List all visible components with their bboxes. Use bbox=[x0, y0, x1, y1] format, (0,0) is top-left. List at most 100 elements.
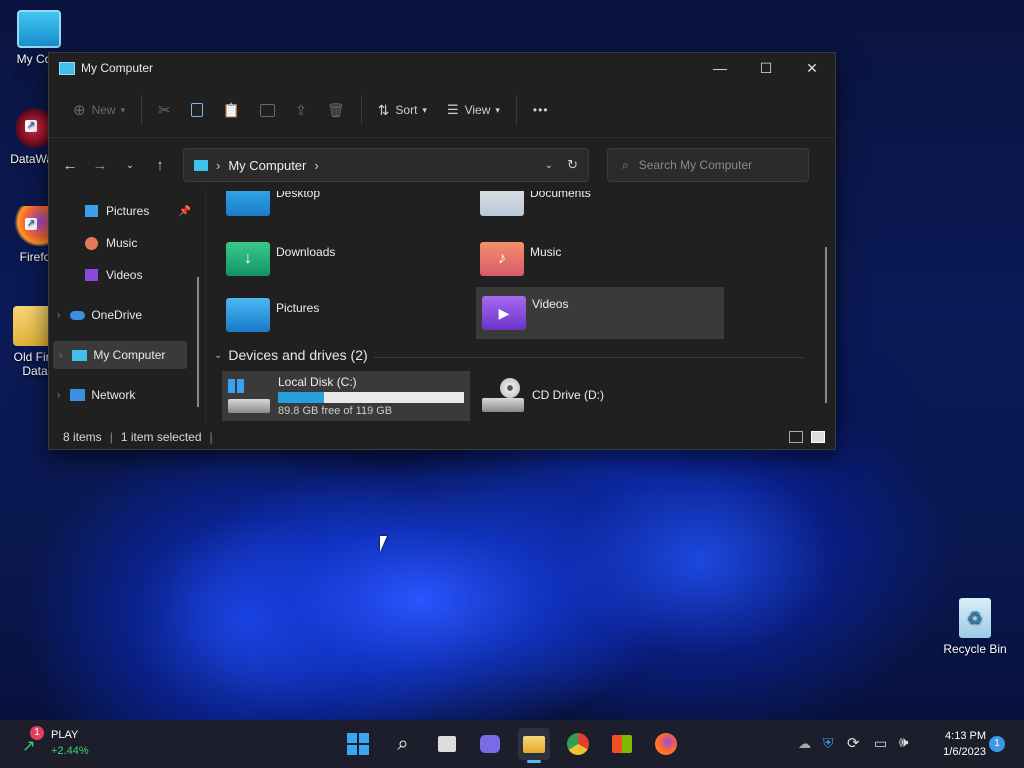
copy-button[interactable] bbox=[181, 94, 213, 126]
command-bar: ⊕ New ▾ ✂ 📋 ⇪ 🗑 ⇅ Sort ▾ ☰ View ▾ ••• bbox=[49, 83, 835, 138]
trash-icon: 🗑 bbox=[326, 101, 345, 118]
scissors-icon: ✂ bbox=[158, 102, 171, 119]
content-scrollbar[interactable] bbox=[825, 247, 827, 403]
clock[interactable]: 4:13 PM 1/6/2023 bbox=[930, 728, 986, 760]
view-button[interactable]: ☰ View ▾ bbox=[437, 94, 510, 126]
folder-label: Documents bbox=[530, 191, 591, 200]
chevron-down-icon: ▾ bbox=[495, 104, 500, 115]
file-explorer-taskbar-button[interactable] bbox=[518, 728, 550, 763]
view-button-label: View bbox=[464, 103, 491, 117]
stock-widget[interactable]: ↗ 1 PLAY +2.44% bbox=[18, 726, 128, 762]
rename-button[interactable] bbox=[250, 94, 285, 126]
minimize-button[interactable]: — bbox=[697, 53, 743, 83]
cd-drive-icon bbox=[482, 378, 524, 412]
downloads-folder-icon: ↓ bbox=[226, 242, 270, 276]
folder-tile-pictures[interactable]: Pictures bbox=[226, 291, 466, 339]
tiles-view-button[interactable] bbox=[811, 431, 825, 443]
nav-item-label: Videos bbox=[106, 268, 143, 282]
folder-tile-desktop[interactable]: Desktop bbox=[226, 191, 466, 219]
more-options-button[interactable]: ••• bbox=[523, 94, 559, 126]
chevron-right-icon: › bbox=[59, 349, 63, 361]
folder-icon bbox=[523, 735, 545, 753]
chevron-right-icon: › bbox=[57, 389, 61, 401]
address-dropdown-button[interactable]: ⌄ bbox=[545, 160, 553, 171]
drive-tile-d[interactable]: CD Drive (D:) bbox=[482, 375, 722, 415]
back-button[interactable]: ← bbox=[55, 150, 85, 180]
nav-item-label: OneDrive bbox=[91, 308, 143, 322]
security-shield-icon[interactable]: ⛨ bbox=[823, 735, 834, 752]
firefox-button[interactable] bbox=[650, 728, 682, 760]
cloud-icon bbox=[70, 310, 86, 320]
store-icon bbox=[612, 735, 632, 753]
details-view-button[interactable] bbox=[789, 431, 803, 443]
nav-item-my-computer[interactable]: › My Computer bbox=[53, 341, 187, 369]
folder-tile-downloads[interactable]: ↓ Downloads bbox=[226, 235, 466, 283]
chrome-button[interactable] bbox=[562, 728, 594, 760]
paste-button[interactable]: 📋 bbox=[213, 94, 250, 126]
nav-item-onedrive[interactable]: › OneDrive bbox=[57, 301, 187, 329]
clock-date: 1/6/2023 bbox=[943, 746, 986, 758]
devices-section-header[interactable]: ⌄ Devices and drives (2) bbox=[214, 347, 368, 363]
videos-icon bbox=[85, 269, 98, 281]
forward-button[interactable]: → bbox=[85, 150, 115, 180]
nav-item-network[interactable]: › Network bbox=[57, 381, 187, 409]
drive-free-space: 89.8 GB free of 119 GB bbox=[278, 405, 393, 417]
nav-scrollbar[interactable] bbox=[197, 277, 199, 407]
desktop-icon-label: Firefo bbox=[19, 250, 51, 264]
arrow-up-icon: ↑ bbox=[156, 156, 164, 174]
arrow-left-icon: ← bbox=[62, 156, 78, 174]
music-icon bbox=[85, 236, 98, 250]
monitor-icon bbox=[72, 349, 88, 361]
task-view-button[interactable] bbox=[431, 728, 463, 760]
microsoft-store-button[interactable] bbox=[606, 728, 638, 760]
onedrive-status-icon[interactable]: ☁ bbox=[798, 736, 811, 752]
new-button[interactable]: ⊕ New ▾ bbox=[63, 94, 135, 126]
folder-label: Videos bbox=[532, 297, 569, 311]
shortcut-arrow-icon: ↗ bbox=[25, 218, 37, 230]
title-bar[interactable]: My Computer — ☐ ✕ bbox=[49, 53, 835, 83]
monitor-icon bbox=[17, 10, 61, 48]
folder-tile-videos[interactable]: ▶ Videos bbox=[476, 287, 724, 339]
clipboard-icon: 📋 bbox=[222, 101, 241, 118]
network-status-icon[interactable]: ▭ bbox=[874, 735, 887, 752]
explorer-body: Pictures 📌 Music Videos › OneDrive › My … bbox=[49, 191, 835, 423]
section-divider bbox=[374, 357, 804, 358]
maximize-button[interactable]: ☐ bbox=[743, 53, 789, 83]
address-bar[interactable]: › My Computer › ⌄ ↻ bbox=[183, 148, 589, 182]
volume-icon[interactable]: 🕪 bbox=[899, 734, 908, 751]
drive-tile-c[interactable]: Local Disk (C:) 89.8 GB free of 119 GB bbox=[222, 371, 470, 421]
recent-locations-button[interactable]: ⌄ bbox=[115, 150, 145, 180]
share-icon: ⇪ bbox=[295, 101, 307, 118]
delete-button[interactable]: 🗑 bbox=[317, 94, 355, 126]
nav-item-music[interactable]: Music bbox=[85, 229, 191, 257]
folder-label: Downloads bbox=[276, 245, 336, 259]
breadcrumb-my-computer[interactable]: My Computer bbox=[228, 158, 306, 173]
nav-item-videos[interactable]: Videos bbox=[85, 261, 191, 289]
refresh-button[interactable]: ↻ bbox=[567, 157, 578, 173]
folder-tile-documents[interactable]: Documents bbox=[480, 191, 720, 219]
chevron-down-icon: ⌄ bbox=[214, 349, 223, 361]
sort-button[interactable]: ⇅ Sort ▾ bbox=[368, 94, 437, 126]
nav-item-label: My Computer bbox=[93, 348, 166, 362]
desktop-icon-recycle-bin[interactable]: ♻ Recycle Bin bbox=[940, 598, 1010, 656]
content-pane: Desktop Documents ↓ Downloads ♪ Music Pi… bbox=[206, 191, 835, 423]
search-box[interactable]: ⌕ Search My Computer bbox=[607, 148, 809, 182]
notification-badge[interactable]: 1 bbox=[989, 736, 1005, 752]
widget-title: PLAY bbox=[51, 729, 79, 741]
shortcut-arrow-icon: ↗ bbox=[25, 120, 37, 132]
cut-button[interactable]: ✂ bbox=[148, 94, 181, 126]
sync-icon[interactable]: ⟳ bbox=[847, 734, 860, 752]
file-explorer-window: My Computer — ☐ ✕ ⊕ New ▾ ✂ 📋 ⇪ 🗑 ⇅ Sort… bbox=[48, 52, 836, 450]
nav-item-pictures[interactable]: Pictures 📌 bbox=[85, 197, 191, 225]
search-taskbar-button[interactable]: ⌕ bbox=[387, 728, 419, 760]
search-icon: ⌕ bbox=[622, 157, 629, 172]
widget-change: +2.44% bbox=[51, 745, 89, 757]
up-button[interactable]: ↑ bbox=[145, 150, 175, 180]
breadcrumb-separator-icon: › bbox=[314, 157, 319, 173]
start-button[interactable] bbox=[342, 728, 374, 760]
arrow-right-icon: → bbox=[92, 156, 108, 174]
close-button[interactable]: ✕ bbox=[789, 53, 835, 83]
teams-chat-button[interactable] bbox=[474, 728, 506, 760]
folder-tile-music[interactable]: ♪ Music bbox=[480, 235, 720, 283]
share-button[interactable]: ⇪ bbox=[285, 94, 317, 126]
